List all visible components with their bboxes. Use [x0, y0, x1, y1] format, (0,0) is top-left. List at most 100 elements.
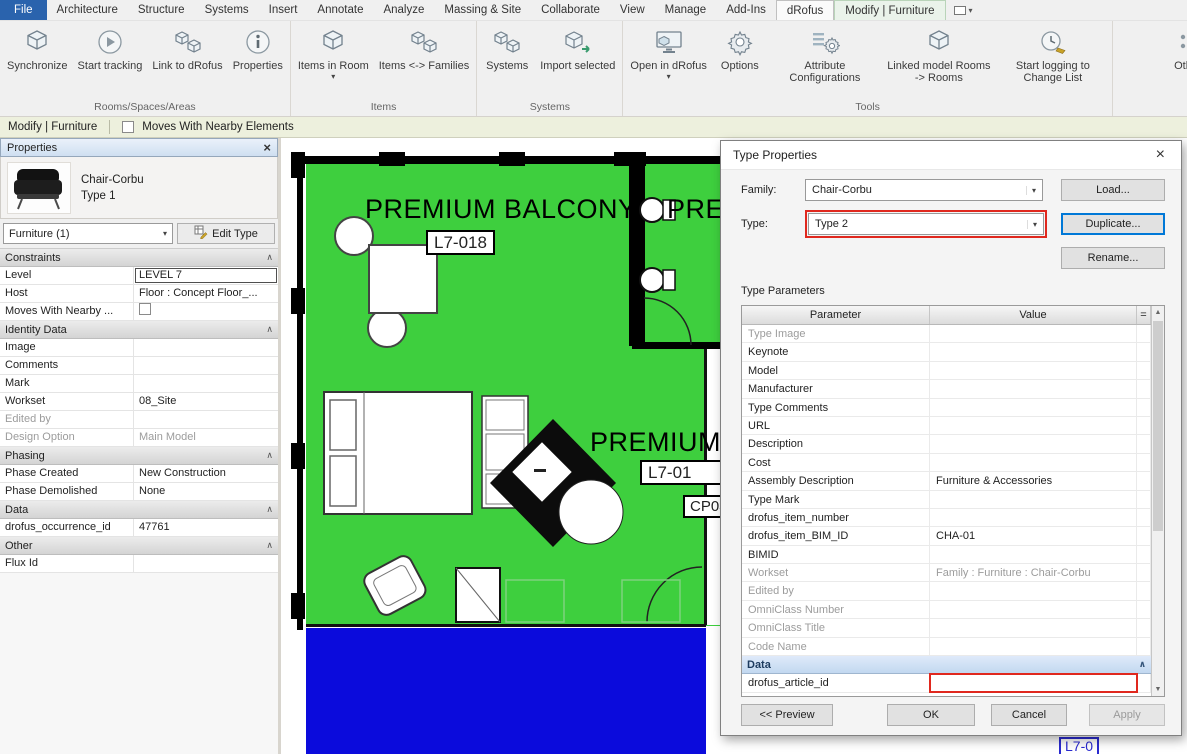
- section-header-other[interactable]: Other∧: [0, 537, 278, 555]
- section-header-constraints[interactable]: Constraints∧: [0, 249, 278, 267]
- table-scrollbar[interactable]: ▲ ▼: [1151, 306, 1164, 696]
- property-value[interactable]: [134, 303, 278, 320]
- ribbon-display-toggle[interactable]: ▾: [946, 0, 981, 20]
- ok-button[interactable]: OK: [887, 704, 975, 726]
- ribbon-button-import-selected[interactable]: Import selected: [536, 21, 619, 98]
- property-value[interactable]: None: [134, 483, 278, 500]
- tab-manage[interactable]: Manage: [655, 0, 717, 20]
- param-value[interactable]: [930, 638, 1137, 655]
- ribbon-button-synchronize[interactable]: Synchronize: [3, 21, 72, 98]
- property-value[interactable]: [134, 411, 278, 428]
- ribbon-button-linked-model-rooms-rooms[interactable]: Linked model Rooms -> Rooms: [883, 21, 995, 98]
- room-label-premium-clipped[interactable]: PRE: [667, 194, 724, 225]
- ribbon-button-open-in-drofus[interactable]: Open in dRofus▾: [626, 21, 710, 98]
- load-button[interactable]: Load...: [1061, 179, 1165, 201]
- ribbon-button-properties[interactable]: Properties: [229, 21, 287, 98]
- tab-strip: ArchitectureStructureSystemsInsertAnnota…: [47, 0, 946, 20]
- scroll-down-icon[interactable]: ▼: [1152, 683, 1164, 696]
- property-value[interactable]: [134, 339, 278, 356]
- property-value[interactable]: [134, 357, 278, 374]
- param-value[interactable]: [930, 380, 1137, 397]
- ribbon-button-oth[interactable]: Oth: [1156, 21, 1187, 98]
- close-icon[interactable]: ×: [263, 141, 271, 154]
- param-value[interactable]: [930, 435, 1137, 452]
- param-value[interactable]: [930, 454, 1137, 471]
- tab-systems[interactable]: Systems: [195, 0, 259, 20]
- ribbon-button-start-tracking[interactable]: Start tracking: [74, 21, 147, 98]
- param-value[interactable]: [930, 509, 1137, 526]
- scroll-up-icon[interactable]: ▲: [1152, 306, 1164, 319]
- room-label-premium[interactable]: PREMIUM: [590, 427, 721, 458]
- param-value[interactable]: Furniture & Accessories: [930, 472, 1137, 489]
- type-dropdown[interactable]: Type 2 ▾: [808, 213, 1044, 235]
- tab-analyze[interactable]: Analyze: [373, 0, 434, 20]
- property-value[interactable]: [134, 375, 278, 392]
- param-value[interactable]: [930, 399, 1137, 416]
- section-header-phasing[interactable]: Phasing∧: [0, 447, 278, 465]
- scrollbar-thumb[interactable]: [1153, 321, 1163, 531]
- tab-insert[interactable]: Insert: [259, 0, 308, 20]
- param-value[interactable]: Family : Furniture : Chair-Corbu: [930, 564, 1137, 581]
- element-filter-dropdown[interactable]: Furniture (1) ▾: [3, 223, 173, 244]
- property-value[interactable]: 47761: [134, 519, 278, 536]
- ribbon-button-items-families[interactable]: Items <-> Families: [375, 21, 473, 98]
- param-section-data[interactable]: Data∧: [742, 656, 1151, 674]
- param-value[interactable]: [930, 417, 1137, 434]
- moves-with-nearby-checkbox[interactable]: [122, 121, 134, 133]
- tab-modify-furniture[interactable]: Modify | Furniture: [834, 0, 945, 20]
- tab-add-ins[interactable]: Add-Ins: [716, 0, 776, 20]
- cancel-button[interactable]: Cancel: [991, 704, 1067, 726]
- tab-view[interactable]: View: [610, 0, 655, 20]
- dialog-title-bar[interactable]: Type Properties ×: [721, 141, 1181, 170]
- tab-massing-site[interactable]: Massing & Site: [434, 0, 531, 20]
- family-dropdown[interactable]: Chair-Corbu ▾: [805, 179, 1043, 201]
- property-value[interactable]: [134, 555, 278, 572]
- preview-button[interactable]: << Preview: [741, 704, 833, 726]
- ribbon-button-items-in-room[interactable]: Items in Room▾: [294, 21, 373, 98]
- property-value[interactable]: LEVEL 7: [134, 267, 278, 284]
- tab-collaborate[interactable]: Collaborate: [531, 0, 610, 20]
- ribbon-button-start-logging-to-change-list[interactable]: Start logging to Change List: [997, 21, 1109, 98]
- section-header-identity-data[interactable]: Identity Data∧: [0, 321, 278, 339]
- param-value[interactable]: [930, 325, 1137, 342]
- ribbon-button-link-to-drofus[interactable]: Link to dRofus: [148, 21, 226, 98]
- tab-architecture[interactable]: Architecture: [47, 0, 128, 20]
- room-tag-l7-018[interactable]: L7-018: [426, 230, 495, 255]
- close-icon[interactable]: ×: [1152, 147, 1169, 163]
- property-value[interactable]: Floor : Concept Floor_...: [134, 285, 278, 302]
- property-value[interactable]: 08_Site: [134, 393, 278, 410]
- param-value[interactable]: [930, 491, 1137, 508]
- property-value[interactable]: Main Model: [134, 429, 278, 446]
- ribbon-button-systems[interactable]: Systems: [480, 21, 534, 98]
- tab-drofus[interactable]: dRofus: [776, 0, 834, 20]
- duplicate-button[interactable]: Duplicate...: [1061, 213, 1165, 235]
- room-tag-bottom-right[interactable]: L7-0: [1059, 737, 1099, 754]
- param-value[interactable]: CHA-01: [930, 527, 1137, 544]
- column-parameter[interactable]: Parameter: [742, 306, 930, 324]
- param-name: drofus_item_BIM_ID: [742, 527, 930, 544]
- param-value[interactable]: [930, 601, 1137, 618]
- param-value[interactable]: [930, 582, 1137, 599]
- column-value[interactable]: Value: [930, 306, 1137, 324]
- param-value[interactable]: [930, 546, 1137, 563]
- section-header-data[interactable]: Data∧: [0, 501, 278, 519]
- param-name: Cost: [742, 454, 930, 471]
- checkbox[interactable]: [139, 303, 151, 315]
- room-label-premium-balcony[interactable]: PREMIUM BALCONY: [365, 194, 637, 225]
- edit-type-button[interactable]: Edit Type: [177, 223, 275, 244]
- param-value[interactable]: [930, 619, 1137, 636]
- param-value[interactable]: [930, 343, 1137, 360]
- rename-button[interactable]: Rename...: [1061, 247, 1165, 269]
- type-dropdown-highlight-annotation: Type 2 ▾: [805, 210, 1047, 238]
- ribbon-button-options[interactable]: Options: [713, 21, 767, 98]
- ribbon-button-attribute-configurations[interactable]: Attribute Configurations: [769, 21, 881, 98]
- param-value[interactable]: [930, 362, 1137, 379]
- tab-annotate[interactable]: Annotate: [307, 0, 373, 20]
- param-eq: [1137, 564, 1151, 581]
- param-value[interactable]: [930, 674, 1137, 691]
- file-menu-button[interactable]: File: [0, 0, 47, 20]
- tab-structure[interactable]: Structure: [128, 0, 195, 20]
- property-value[interactable]: New Construction: [134, 465, 278, 482]
- room-tag-l7-01[interactable]: L7-01: [640, 460, 726, 485]
- properties-palette-header[interactable]: Properties ×: [0, 138, 278, 157]
